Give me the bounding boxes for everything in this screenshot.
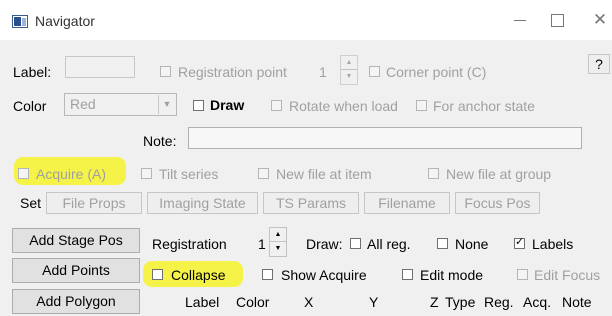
anchor-label: For anchor state <box>433 98 535 114</box>
tilt-series-label: Tilt series <box>159 166 219 182</box>
color-caption: Color <box>13 98 47 114</box>
column-header-label: Label <box>185 294 220 310</box>
tilt-series-checkbox[interactable] <box>141 168 152 179</box>
edit-mode-checkbox[interactable] <box>402 269 413 280</box>
registration-spinner[interactable]: ▲ ▼ <box>269 227 287 257</box>
labels-label: Labels <box>532 236 574 252</box>
imaging-state-button[interactable]: Imaging State <box>147 192 258 214</box>
new-file-at-group-checkbox[interactable] <box>428 168 439 179</box>
registration-point-checkbox[interactable] <box>160 66 171 77</box>
new-file-at-item-label: New file at item <box>276 166 372 182</box>
column-header-z: Z <box>430 294 439 310</box>
edit-focus-label: Edit Focus <box>534 267 601 283</box>
navigator-panel: Label: Registration point 1 ▲ ▼ Corner p… <box>0 40 612 316</box>
corner-point-label: Corner point (C) <box>386 64 487 80</box>
note-caption: Note: <box>143 133 177 149</box>
maximize-icon[interactable] <box>542 8 572 32</box>
anchor-checkbox[interactable] <box>416 100 427 111</box>
file-props-button[interactable]: File Props <box>46 192 142 214</box>
column-header-acq: Acq. <box>523 294 552 310</box>
label-field[interactable] <box>65 56 135 78</box>
column-header-x: X <box>304 294 314 310</box>
rotate-label: Rotate when load <box>289 98 398 114</box>
new-file-at-group-label: New file at group <box>446 166 552 182</box>
chevron-down-icon[interactable]: ▼ <box>158 95 175 114</box>
add-stage-pos-button[interactable]: Add Stage Pos <box>12 228 140 253</box>
help-button[interactable]: ? <box>588 54 610 74</box>
ts-params-button[interactable]: TS Params <box>263 192 359 214</box>
color-select[interactable]: Red ▼ <box>64 93 177 116</box>
none-label: None <box>455 236 489 252</box>
labels-checkbox[interactable] <box>514 235 525 249</box>
registration-value: 1 <box>258 236 266 252</box>
column-header-y: Y <box>369 294 379 310</box>
spin-up-icon[interactable]: ▲ <box>341 56 357 70</box>
acquire-label: Acquire (A) <box>36 166 107 182</box>
label-caption: Label: <box>13 64 52 80</box>
rotate-checkbox[interactable] <box>271 100 282 111</box>
show-acquire-label: Show Acquire <box>281 267 367 283</box>
column-header-note: Note <box>562 294 592 310</box>
draw-caption: Draw: <box>306 236 343 252</box>
edit-focus-checkbox[interactable] <box>517 269 528 280</box>
none-checkbox[interactable] <box>437 238 448 249</box>
window-title: Navigator <box>35 13 95 29</box>
set-caption: Set <box>20 195 42 211</box>
minimize-icon[interactable] <box>505 8 535 32</box>
edit-mode-label: Edit mode <box>420 267 484 283</box>
navigator-app-icon <box>12 15 28 28</box>
acquire-checkbox[interactable] <box>18 168 29 179</box>
add-polygon-button[interactable]: Add Polygon <box>12 289 140 314</box>
all-reg-label: All reg. <box>367 236 411 252</box>
note-field[interactable] <box>188 127 582 149</box>
registration-point-label: Registration point <box>178 64 287 80</box>
spin-up-icon[interactable]: ▲ <box>270 228 286 242</box>
registration-caption: Registration <box>152 236 227 252</box>
corner-point-checkbox[interactable] <box>369 66 380 77</box>
column-header-color: Color <box>236 294 270 310</box>
filename-button[interactable]: Filename <box>364 192 450 214</box>
registration-point-value: 1 <box>319 64 327 80</box>
focus-pos-button[interactable]: Focus Pos <box>455 192 540 214</box>
add-points-button[interactable]: Add Points <box>12 258 140 283</box>
column-header-type: Type <box>445 294 476 310</box>
draw-label: Draw <box>210 97 245 113</box>
registration-point-spinner[interactable]: ▲ ▼ <box>340 55 358 85</box>
new-file-at-item-checkbox[interactable] <box>258 168 269 179</box>
title-bar: Navigator ✕ <box>0 0 612 40</box>
draw-checkbox[interactable] <box>193 100 204 111</box>
spin-down-icon[interactable]: ▼ <box>341 70 357 84</box>
column-header-reg: Reg. <box>484 294 514 310</box>
spin-down-icon[interactable]: ▼ <box>270 242 286 256</box>
collapse-checkbox[interactable] <box>152 269 163 280</box>
close-icon[interactable]: ✕ <box>585 8 612 32</box>
collapse-label: Collapse <box>171 267 226 283</box>
color-select-value: Red <box>70 96 96 112</box>
all-reg-checkbox[interactable] <box>350 238 361 249</box>
show-acquire-checkbox[interactable] <box>262 269 273 280</box>
